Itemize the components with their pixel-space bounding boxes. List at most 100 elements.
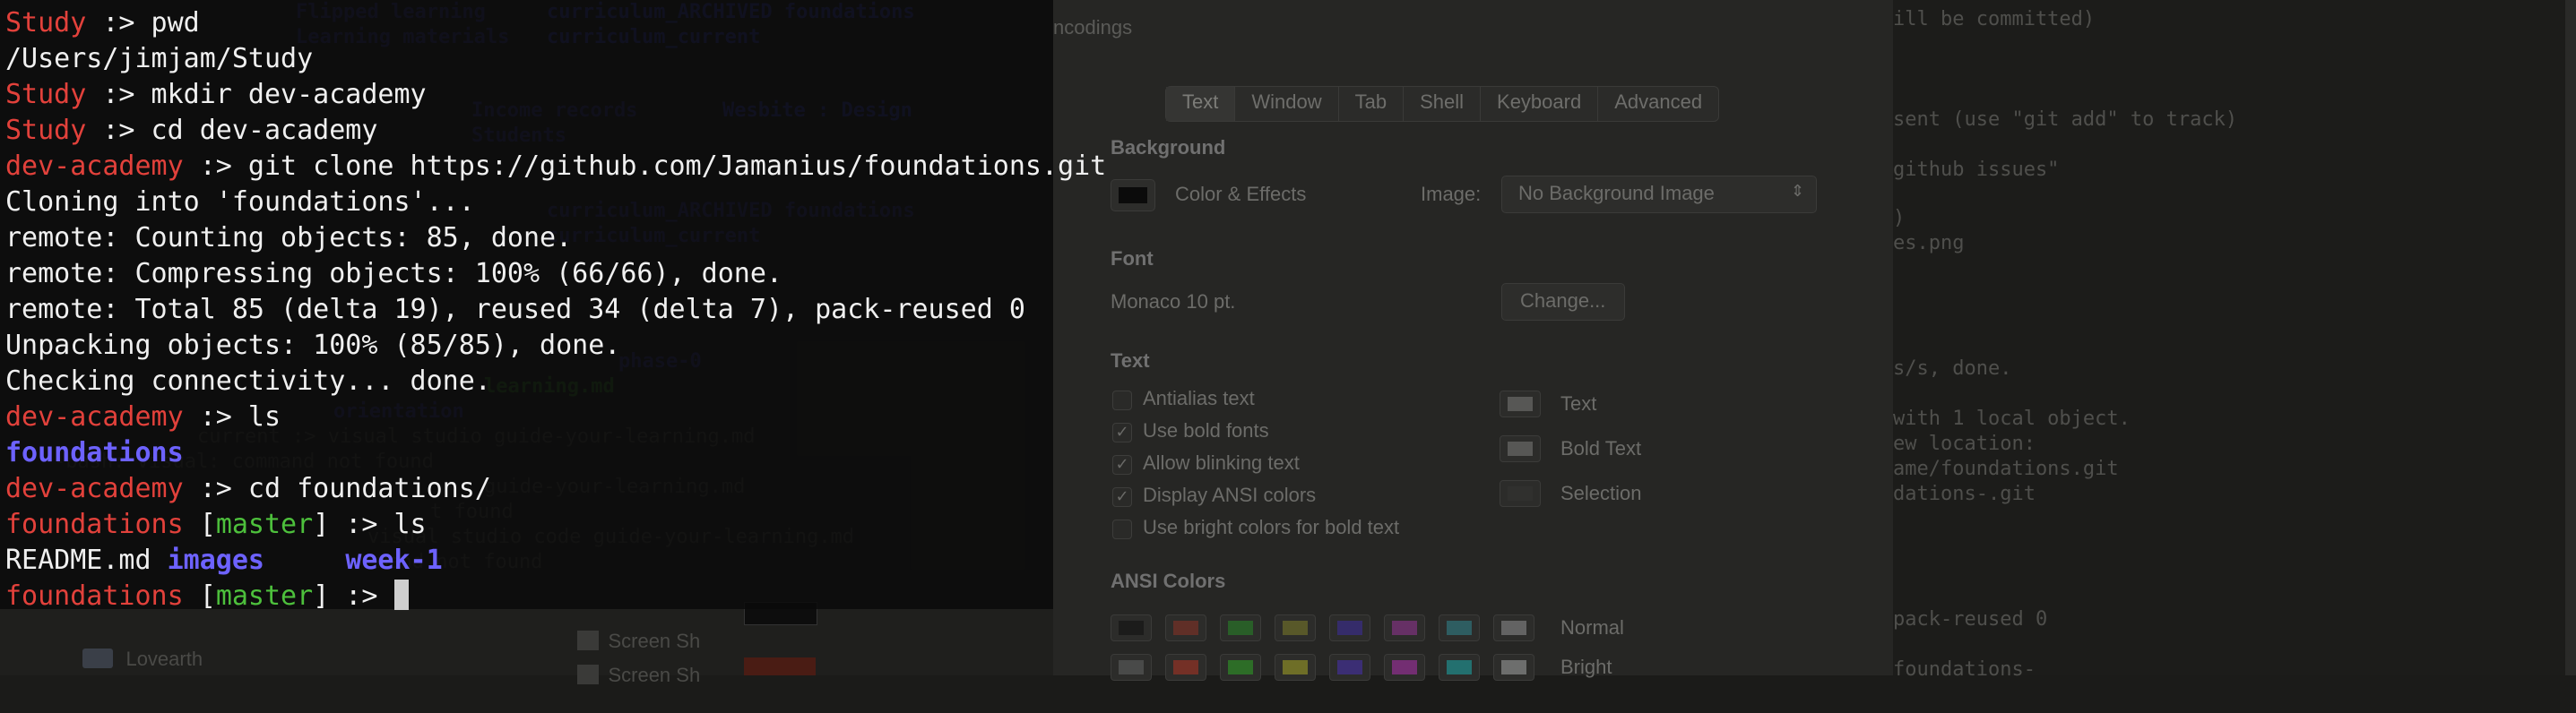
terminal-line: Checking connectivity... done. — [5, 364, 1106, 399]
font-header: Font — [1111, 247, 1154, 270]
terminal-line: Unpacking objects: 100% (85/85), done. — [5, 328, 1106, 364]
background-color-well[interactable] — [1111, 179, 1155, 211]
terminal-output: Study :> pwd/Users/jimjam/Study Study :> … — [5, 5, 1106, 614]
terminal-text: README.md — [5, 545, 168, 576]
tab-keyboard[interactable]: Keyboard — [1481, 87, 1599, 121]
ansi-bright-color-3[interactable] — [1275, 654, 1316, 681]
terminal-line: remote: Counting objects: 85, done. — [5, 220, 1106, 256]
tab-tab[interactable]: Tab — [1339, 87, 1405, 121]
terminal-line: Study :> mkdir dev-academy — [5, 77, 1106, 113]
prompt-dir: dev-academy — [5, 473, 184, 504]
git-terminal-line: with 1 local object. — [1893, 408, 2131, 430]
checkbox-label: Allow blinking text — [1143, 451, 1300, 474]
terminal-text: Checking connectivity... done. — [5, 365, 491, 397]
checkbox-label: Use bright colors for bold text — [1143, 516, 1400, 538]
terminal-window[interactable]: Study :> pwd/Users/jimjam/Study Study :> … — [0, 0, 1106, 612]
checkbox[interactable]: ✓ — [1112, 455, 1132, 475]
color-well-label: Bold Text — [1560, 437, 1642, 460]
ansi-bright-color-4[interactable] — [1329, 654, 1370, 681]
git-branch: master — [215, 580, 314, 612]
prompt-dir: dev-academy — [5, 150, 184, 182]
ansi-normal-color-2[interactable] — [1220, 614, 1261, 641]
terminal-line: dev-academy :> git clone https://github.… — [5, 149, 1106, 185]
terminal-text: :> cd dev-academy — [86, 115, 378, 146]
file-item[interactable]: Screen Sh — [556, 638, 700, 713]
ansi-bright-color-6[interactable] — [1439, 654, 1480, 681]
tab-shell[interactable]: Shell — [1404, 87, 1482, 121]
terminal-text: :> ls — [183, 401, 281, 433]
checkbox-label: Antialias text — [1143, 387, 1255, 409]
terminal-text: Unpacking objects: 100% (85/85), done. — [5, 330, 621, 361]
prompt-dir: foundations — [5, 509, 184, 540]
change-font-button[interactable]: Change... — [1501, 283, 1625, 321]
ansi-normal-color-1[interactable] — [1165, 614, 1206, 641]
git-terminal-line: github issues" — [1893, 159, 2060, 181]
ansi-normal-label: Normal — [1560, 616, 1624, 639]
ansi-colors-header: ANSI Colors — [1111, 570, 1226, 592]
git-terminal-line: sent (use "git add" to track) — [1893, 108, 2238, 131]
terminal-text: :> mkdir dev-academy — [86, 79, 427, 110]
text-cursor — [393, 580, 409, 610]
image-label: Image: — [1421, 183, 1482, 205]
terminal-line: dev-academy :> cd foundations/ — [5, 471, 1106, 507]
folder-icon — [82, 649, 114, 668]
thumbnail — [744, 657, 816, 675]
tab-text[interactable]: Text — [1166, 87, 1236, 121]
terminal-text: Cloning into 'foundations'... — [5, 186, 475, 218]
git-terminal-line: foundations- — [1893, 658, 2036, 681]
ansi-normal-color-0[interactable] — [1111, 614, 1152, 641]
git-terminal-line: ew location: — [1893, 433, 2036, 455]
terminal-text: remote: Compressing objects: 100% (66/66… — [5, 258, 782, 289]
text-header: Text — [1111, 349, 1150, 372]
ansi-normal-color-6[interactable] — [1439, 614, 1480, 641]
terminal-text: :> git clone https://github.com/Jamanius… — [183, 150, 1107, 182]
ansi-normal-color-5[interactable] — [1384, 614, 1425, 641]
ansi-normal-color-3[interactable] — [1275, 614, 1316, 641]
chevron-updown-icon: ⇕ — [1791, 182, 1805, 200]
terminal-line: Study :> cd dev-academy — [5, 113, 1106, 149]
ansi-bright-color-0[interactable] — [1111, 654, 1152, 681]
tab-advanced[interactable]: Advanced — [1598, 87, 1718, 121]
directory-entry: foundations — [5, 437, 184, 468]
terminal-line: foundations — [5, 435, 1106, 471]
color-well[interactable] — [1500, 435, 1541, 462]
terminal-text: ] :> ls — [313, 509, 427, 540]
prompt-dir: Study — [5, 115, 87, 146]
directory-entry: week-1 — [345, 545, 443, 576]
checkbox[interactable]: ✓ — [1112, 487, 1132, 507]
terminal-text: [ — [183, 509, 216, 540]
terminal-text: remote: Counting objects: 85, done. — [5, 222, 573, 253]
background-image-select[interactable]: No Background Image ⇕ — [1501, 176, 1817, 213]
terminal-text: [ — [183, 580, 216, 612]
sidebar-item-lovearth[interactable]: Lovearth — [61, 622, 203, 697]
prompt-dir: Study — [5, 79, 87, 110]
ansi-bright-color-7[interactable] — [1493, 654, 1534, 681]
prompt-dir: Study — [5, 7, 87, 39]
terminal-line: foundations [master] :> — [5, 579, 1106, 614]
checkbox-label: Use bold fonts — [1143, 419, 1269, 442]
checkbox[interactable] — [1112, 391, 1132, 410]
tab-window[interactable]: Window — [1235, 87, 1339, 121]
directory-entry: images — [167, 545, 264, 576]
terminal-line: Cloning into 'foundations'... — [5, 185, 1106, 220]
terminal-text: ] :> — [313, 580, 394, 612]
git-terminal-line: ) — [1893, 207, 1906, 229]
ansi-bright-color-2[interactable] — [1220, 654, 1261, 681]
terminal-text: :> cd foundations/ — [183, 473, 491, 504]
terminal-line: /Users/jimjam/Study — [5, 41, 1106, 77]
checkbox-label: Display ANSI colors — [1143, 484, 1317, 506]
color-well[interactable] — [1500, 391, 1541, 417]
terminal-line: dev-academy :> ls — [5, 399, 1106, 435]
checkbox[interactable] — [1112, 520, 1132, 539]
ansi-normal-color-7[interactable] — [1493, 614, 1534, 641]
ansi-bright-color-5[interactable] — [1384, 654, 1425, 681]
git-terminal-line: es.png — [1893, 232, 1965, 254]
ansi-normal-color-4[interactable] — [1329, 614, 1370, 641]
ansi-bright-color-1[interactable] — [1165, 654, 1206, 681]
terminal-text: remote: Total 85 (delta 19), reused 34 (… — [5, 294, 1025, 325]
git-terminal-line: ill be committed) — [1893, 8, 2096, 30]
checkbox[interactable]: ✓ — [1112, 423, 1132, 442]
color-effects-label: Color & Effects — [1175, 183, 1307, 205]
color-well[interactable] — [1500, 480, 1541, 507]
